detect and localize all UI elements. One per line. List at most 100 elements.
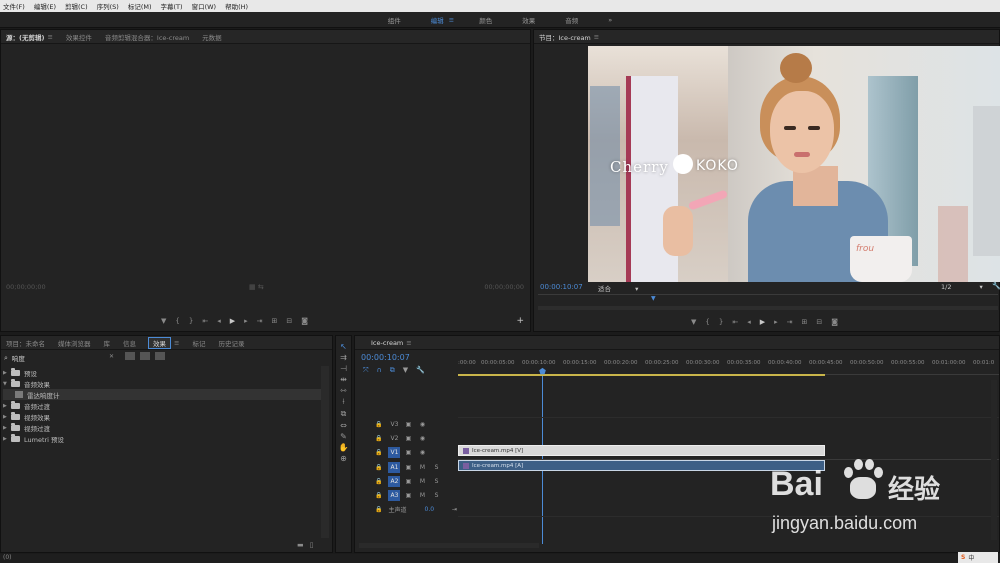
tree-item-loudness-radar[interactable]: 雷达响度计 (3, 389, 321, 400)
hand-tool-icon[interactable]: ✋ (339, 443, 349, 452)
source-viewer[interactable] (1, 44, 530, 308)
workspace-effects[interactable]: 效果 (522, 15, 535, 25)
lock-icon[interactable]: 🔒 (375, 435, 382, 442)
menu-help[interactable]: 帮助(H) (225, 1, 248, 11)
tab-libraries[interactable]: 库 (104, 338, 111, 348)
source-add-button-icon[interactable]: + (516, 316, 524, 326)
track-target-v1[interactable]: V1 (388, 447, 401, 458)
effects-tab-menu-icon[interactable]: ≡ (174, 339, 179, 347)
wrench-icon[interactable]: 🔧 (992, 282, 1000, 290)
solo-button[interactable]: S (430, 476, 442, 487)
sync-lock-icon[interactable]: ▣ (402, 433, 414, 444)
workspace-more-icon[interactable]: » (608, 16, 612, 24)
mark-out-icon[interactable]: } (189, 317, 193, 325)
insert-icon[interactable]: ⊞ (272, 317, 278, 325)
effects-scrollbar[interactable] (321, 366, 329, 538)
mute-button[interactable]: M (416, 490, 428, 501)
accelerated-effects-icon[interactable] (125, 352, 135, 360)
timeline-timecode[interactable]: 00:00:10:07 (361, 353, 410, 362)
rolling-edit-tool-icon[interactable]: ⇹ (340, 375, 347, 384)
lock-icon[interactable]: 🔒 (375, 421, 382, 428)
mark-in-icon[interactable]: { (705, 318, 709, 326)
lock-icon[interactable]: 🔒 (375, 506, 382, 513)
sync-lock-icon[interactable]: ▣ (402, 462, 414, 473)
eye-icon[interactable]: ◉ (416, 433, 428, 444)
export-frame-icon[interactable]: ◙ (831, 318, 838, 326)
razor-tool-icon[interactable]: ⟊ (342, 397, 344, 407)
extract-icon[interactable]: ⊟ (816, 318, 822, 326)
menu-window[interactable]: 窗口(W) (192, 1, 217, 11)
chevron-right-icon[interactable]: ▶ (3, 370, 11, 376)
mute-button[interactable]: M (416, 462, 428, 473)
source-tab-menu-icon[interactable]: ≡ (47, 33, 52, 41)
tab-sequence[interactable]: Ice-cream (371, 339, 403, 347)
go-to-in-icon[interactable]: ⇤ (202, 317, 208, 325)
tree-item-audio-transitions[interactable]: ▶ 音频过渡 (3, 400, 321, 411)
solo-button[interactable]: S (430, 462, 442, 473)
rate-stretch-tool-icon[interactable]: ⇿ (340, 386, 347, 395)
chevron-right-icon[interactable]: ▶ (3, 436, 11, 442)
effects-search-input[interactable] (11, 354, 102, 362)
workspace-color[interactable]: 颜色 (479, 15, 492, 25)
menu-marker[interactable]: 标记(M) (128, 1, 152, 11)
32bit-effects-icon[interactable] (140, 352, 150, 360)
lock-icon[interactable]: 🔒 (375, 449, 382, 456)
tab-audio-clip-mixer[interactable]: 音频剪辑混合器：Ice-cream (105, 32, 189, 42)
track-target-v3[interactable]: V3 (388, 419, 400, 430)
program-tab-menu-icon[interactable]: ≡ (594, 33, 599, 41)
snap-icon[interactable]: ∩ (377, 366, 382, 375)
add-marker-icon[interactable]: ▼ (691, 318, 696, 326)
tab-effect-controls[interactable]: 效果控件 (66, 32, 92, 42)
step-forward-icon[interactable]: ▸ (774, 318, 778, 326)
eye-icon[interactable]: ◉ (416, 447, 428, 458)
clear-search-icon[interactable]: ✕ (109, 353, 114, 360)
menu-title[interactable]: 字幕(T) (161, 1, 183, 11)
step-forward-icon[interactable]: ▸ (244, 317, 248, 325)
zoom-tool-icon[interactable]: ⊕ (340, 454, 347, 463)
menu-edit[interactable]: 编辑(E) (34, 1, 56, 11)
lock-icon[interactable]: 🔒 (375, 478, 382, 485)
menu-sequence[interactable]: 序列(S) (97, 1, 119, 11)
eye-icon[interactable]: ◉ (416, 419, 428, 430)
step-back-icon[interactable]: ◂ (217, 317, 221, 325)
sync-lock-icon[interactable]: ▣ (402, 476, 414, 487)
tree-item-presets[interactable]: ▶ 预设 (3, 367, 321, 378)
add-marker-icon[interactable]: ▼ (403, 366, 408, 375)
slide-tool-icon[interactable]: ⇔ (340, 421, 347, 430)
ripple-edit-tool-icon[interactable]: ⊣ (340, 364, 347, 373)
solo-button[interactable]: S (430, 490, 442, 501)
slip-tool-icon[interactable]: ⧉ (341, 409, 347, 419)
chevron-right-icon[interactable]: ▶ (3, 425, 11, 431)
lock-icon[interactable]: 🔒 (375, 464, 382, 471)
tab-media-browser[interactable]: 媒体浏览器 (58, 338, 91, 348)
sync-lock-icon[interactable]: ▣ (402, 490, 414, 501)
chevron-down-icon[interactable]: ▼ (3, 381, 11, 387)
mute-button[interactable]: M (416, 476, 428, 487)
tab-source[interactable]: 源：(无剪辑) (6, 32, 44, 42)
source-settings-icon[interactable]: ▦ ⇆ (249, 283, 264, 291)
program-time-ruler[interactable] (538, 294, 998, 299)
tab-history[interactable]: 历史记录 (218, 338, 244, 348)
nest-icon[interactable]: ⤧ (363, 366, 369, 375)
add-marker-icon[interactable]: ▼ (161, 317, 166, 325)
track-target-a3[interactable]: A3 (388, 490, 401, 501)
program-timecode[interactable]: 00:00:10:07 (540, 283, 583, 291)
timeline-settings-icon[interactable]: 🔧 (416, 366, 425, 375)
tab-info[interactable]: 信息 (123, 338, 136, 348)
program-zoom-scrollbar[interactable] (538, 306, 998, 310)
step-back-icon[interactable]: ◂ (747, 318, 751, 326)
tab-markers[interactable]: 标记 (192, 338, 205, 348)
work-area-bar[interactable] (458, 374, 825, 376)
program-playhead-icon[interactable]: ▼ (651, 295, 656, 302)
linked-selection-icon[interactable]: ⧉ (390, 366, 395, 375)
go-to-in-icon[interactable]: ⇤ (732, 318, 738, 326)
workspace-assembly[interactable]: 组件 (388, 15, 401, 25)
play-icon[interactable]: ▶ (230, 317, 235, 325)
yuv-effects-icon[interactable] (155, 352, 165, 360)
master-volume-value[interactable]: 0.0 (425, 506, 435, 513)
track-target-v2[interactable]: V2 (388, 433, 400, 444)
overwrite-icon[interactable]: ⊟ (286, 317, 292, 325)
play-icon[interactable]: ▶ (760, 318, 765, 326)
mark-in-icon[interactable]: { (175, 317, 179, 325)
chevron-right-icon[interactable]: ▶ (3, 403, 11, 409)
